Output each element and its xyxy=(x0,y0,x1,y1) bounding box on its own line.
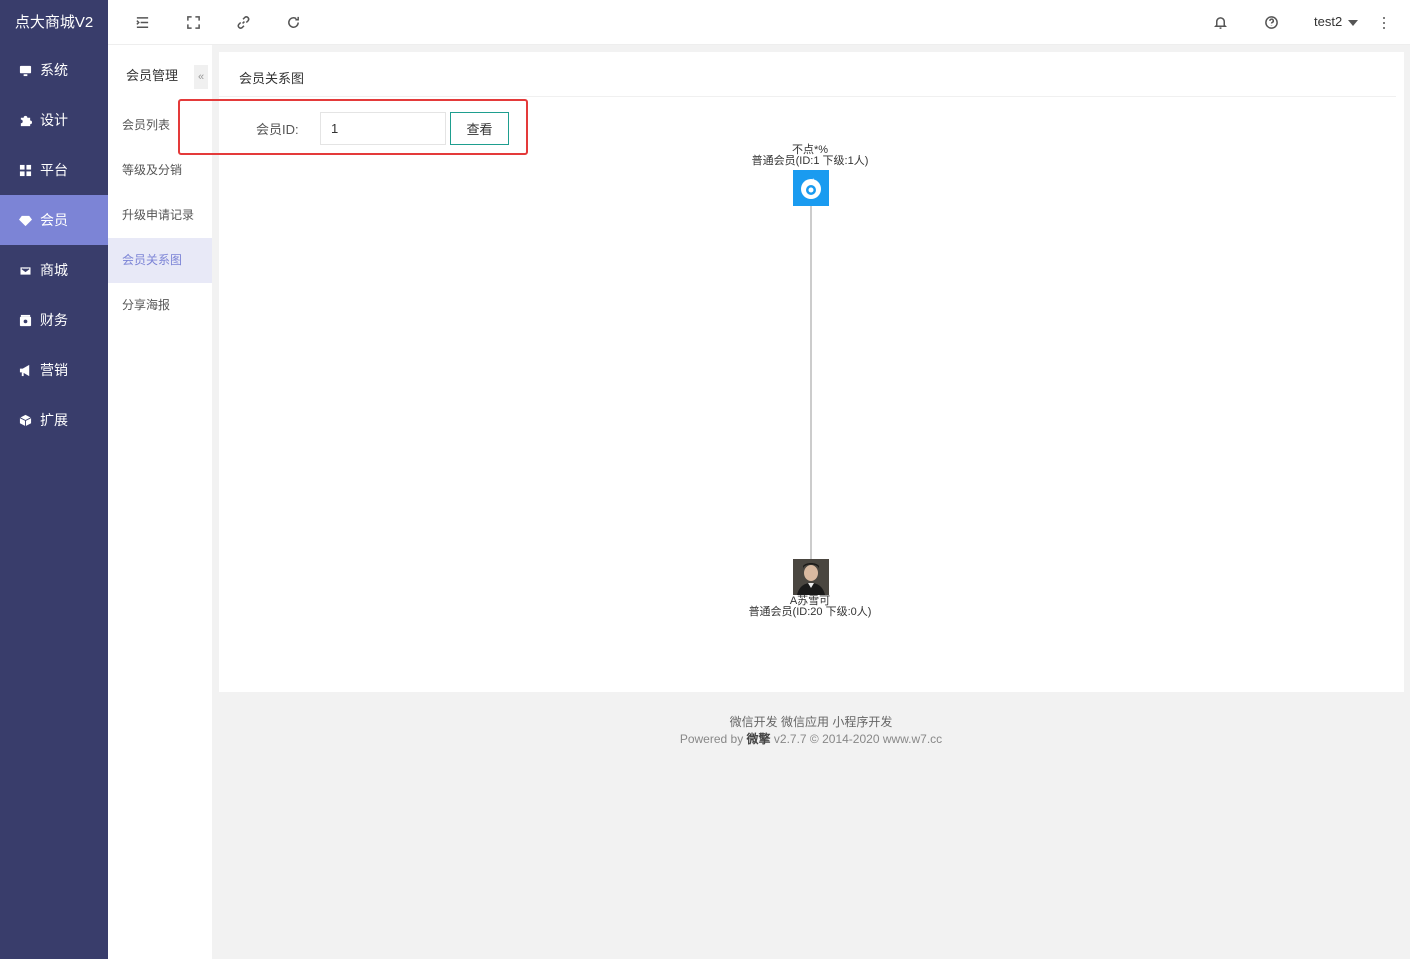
child-node-avatar[interactable] xyxy=(793,559,829,595)
main-sidebar: 点大商城V2 系统 设计 平台 会员 商城 财务 营销 扩展 xyxy=(0,0,108,959)
sidebar-item-label: 商城 xyxy=(40,262,68,278)
sidebar-item-label: 系统 xyxy=(40,62,68,78)
megaphone-icon xyxy=(18,363,32,377)
collapse-icon[interactable]: « xyxy=(194,65,208,89)
help-icon[interactable] xyxy=(1262,13,1280,31)
subnav-item-levels[interactable]: 等级及分销 xyxy=(108,148,212,193)
tree-connector xyxy=(810,206,812,559)
more-vertical-icon[interactable] xyxy=(1378,14,1390,32)
bell-icon[interactable] xyxy=(1211,13,1229,31)
root-node-avatar[interactable] xyxy=(793,170,829,206)
subnav-header: 会员管理 « xyxy=(108,45,212,103)
powered-suffix: v2.7.7 © 2014-2020 www.w7.cc xyxy=(773,732,943,746)
top-header: test2 xyxy=(108,0,1410,45)
powered-prefix: Powered by xyxy=(679,732,744,746)
puzzle-icon xyxy=(18,113,32,127)
sidebar-item-extend[interactable]: 扩展 xyxy=(0,395,108,445)
subnav-item-share-poster[interactable]: 分享海报 xyxy=(108,283,212,328)
title-divider xyxy=(219,96,1396,97)
sidebar-item-label: 扩展 xyxy=(40,412,68,428)
user-menu[interactable]: test2 xyxy=(1314,14,1359,29)
monitor-icon xyxy=(18,63,32,77)
brand-title: 点大商城V2 xyxy=(14,14,94,31)
page-footer: 微信开发 微信应用 小程序开发 Powered by 微擎 v2.7.7 © 2… xyxy=(212,714,1410,748)
sidebar-item-label: 财务 xyxy=(40,312,68,328)
sidebar-item-label: 平台 xyxy=(40,162,68,178)
sidebar-item-design[interactable]: 设计 xyxy=(0,95,108,145)
sidebar-item-member[interactable]: 会员 xyxy=(0,195,108,245)
sidebar-item-finance[interactable]: 财务 xyxy=(0,295,108,345)
sidebar-item-system[interactable]: 系统 xyxy=(0,45,108,95)
sidebar-item-label: 会员 xyxy=(40,212,68,228)
link-icon[interactable] xyxy=(234,13,252,31)
footer-links[interactable]: 微信开发 微信应用 小程序开发 xyxy=(212,714,1410,731)
sidebar-item-label: 营销 xyxy=(40,362,68,378)
page-title: 会员关系图 xyxy=(239,71,305,86)
user-name: test2 xyxy=(1314,14,1343,29)
footer-copyright: Powered by 微擎 v2.7.7 © 2014-2020 www.w7.… xyxy=(212,731,1410,748)
member-id-input[interactable] xyxy=(320,112,446,145)
subnav-item-relation-graph[interactable]: 会员关系图 xyxy=(108,238,212,283)
shop-icon xyxy=(18,263,32,277)
caret-down-icon xyxy=(1348,19,1359,26)
sidebar-item-shop[interactable]: 商城 xyxy=(0,245,108,295)
cube-icon xyxy=(18,413,32,427)
sidebar-item-platform[interactable]: 平台 xyxy=(0,145,108,195)
subnav-title: 会员管理 xyxy=(126,67,179,83)
child-node-info: 普通会员(ID:20 下级:0人) xyxy=(748,606,872,618)
view-button[interactable]: 查看 xyxy=(450,112,509,145)
wallet-icon xyxy=(18,313,32,327)
powered-brand[interactable]: 微擎 xyxy=(747,732,771,746)
user-photo xyxy=(793,559,829,595)
fullscreen-icon[interactable] xyxy=(184,13,202,31)
refresh-icon[interactable] xyxy=(284,13,302,31)
subnav-item-member-list[interactable]: 会员列表 xyxy=(108,103,212,148)
sub-sidebar: 会员管理 « 会员列表 等级及分销 升级申请记录 会员关系图 分享海报 xyxy=(108,45,212,959)
member-id-label: 会员ID: xyxy=(256,122,299,137)
sidebar-item-label: 设计 xyxy=(40,112,68,128)
root-node-info: 普通会员(ID:1 下级:1人) xyxy=(751,155,869,167)
app-logo-icon xyxy=(801,178,821,199)
menu-fold-icon[interactable] xyxy=(133,13,151,31)
grid-icon xyxy=(18,163,32,177)
diamond-icon xyxy=(18,213,32,227)
subnav-item-upgrade-records[interactable]: 升级申请记录 xyxy=(108,193,212,238)
content-card: 会员关系图 会员ID: 查看 不点*% 普通会员(ID:1 下级:1人) A苏雪… xyxy=(178,52,1404,692)
sidebar-item-marketing[interactable]: 营销 xyxy=(0,345,108,395)
